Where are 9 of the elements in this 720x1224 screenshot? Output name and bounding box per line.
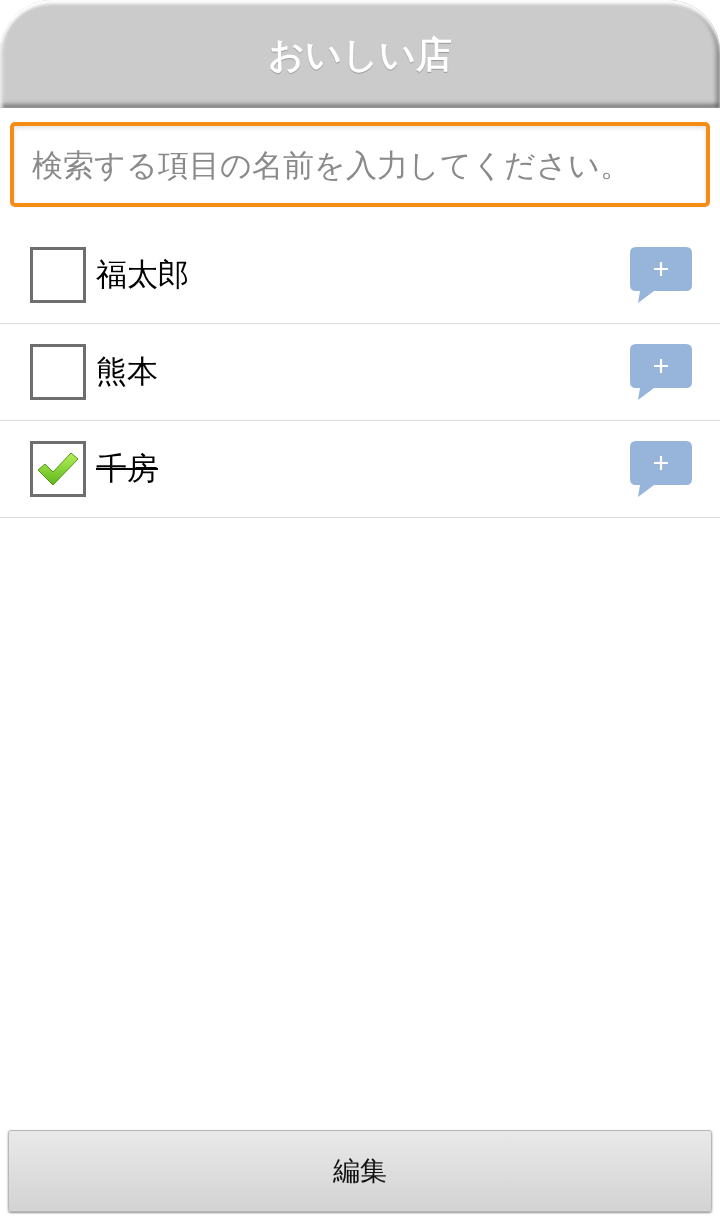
checkbox[interactable]: [30, 344, 86, 400]
checkbox[interactable]: [30, 247, 86, 303]
edit-button[interactable]: 編集: [8, 1130, 712, 1212]
item-name[interactable]: 千房: [96, 448, 630, 490]
checkbox[interactable]: [30, 441, 86, 497]
checkmark-icon: [37, 452, 79, 486]
item-name[interactable]: 熊本: [96, 351, 630, 393]
item-name[interactable]: 福太郎: [96, 254, 630, 296]
search-field[interactable]: 検索する項目の名前を入力してください。: [10, 122, 710, 207]
